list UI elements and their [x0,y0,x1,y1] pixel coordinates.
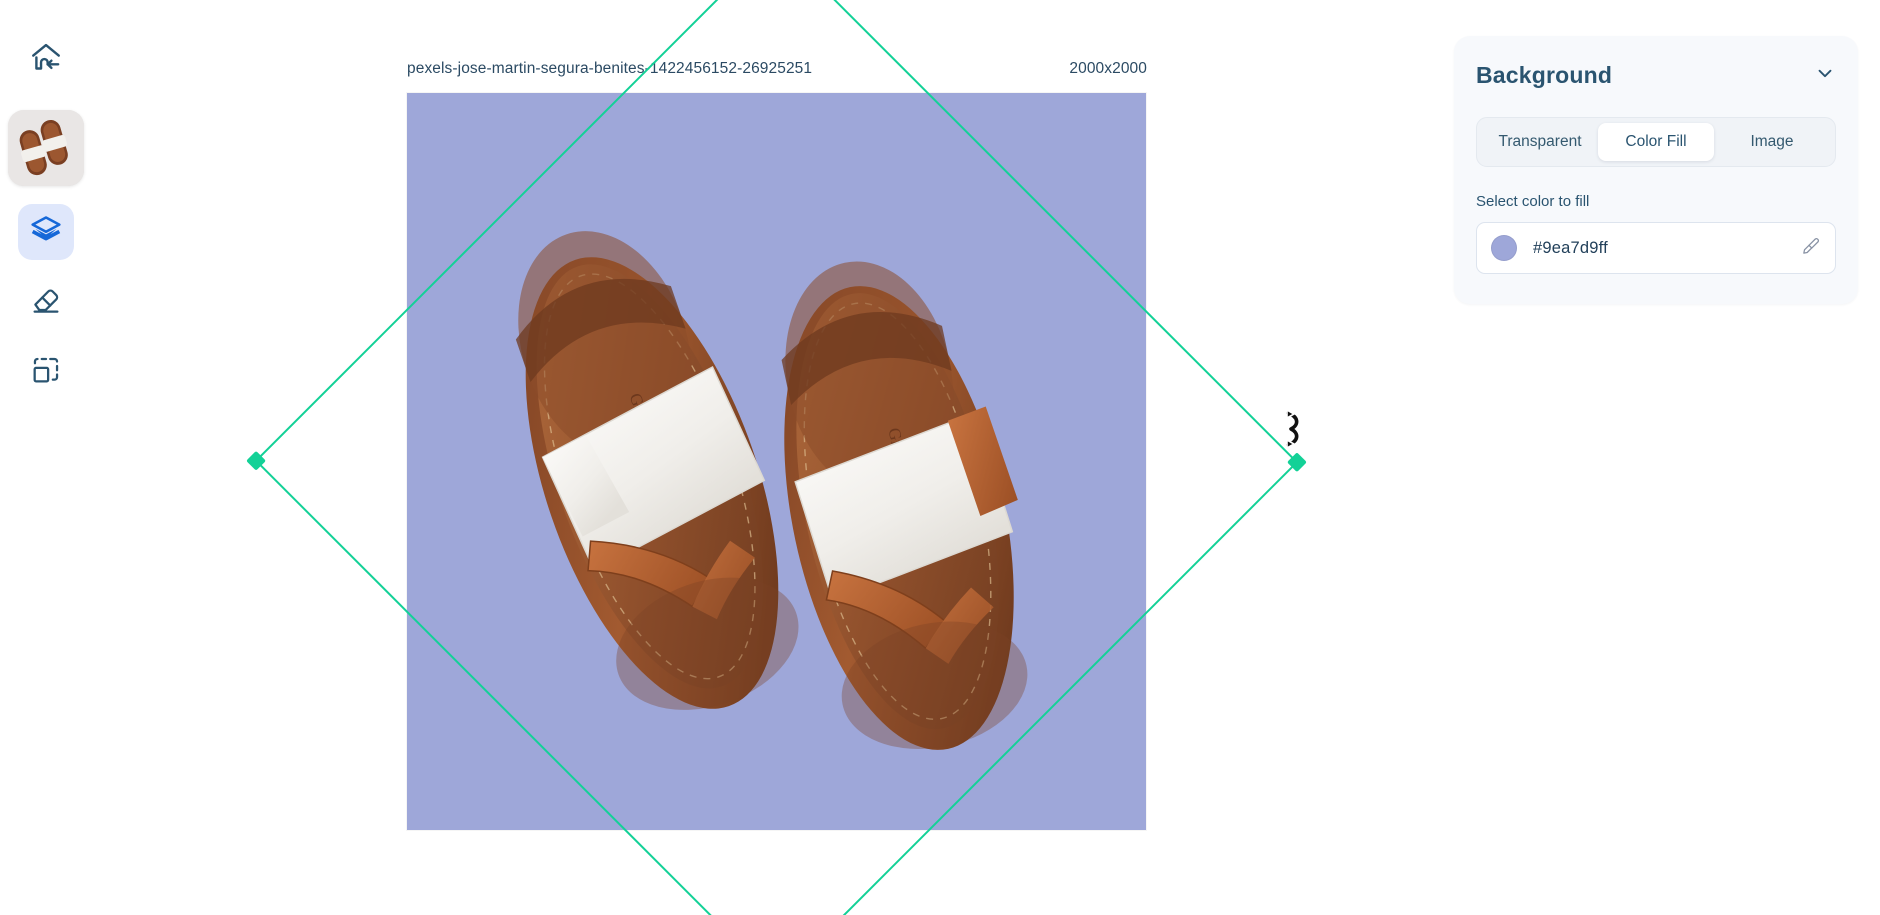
color-hex-value[interactable]: #9ea7d9ff [1533,239,1785,258]
image-thumbnail-icon [8,110,84,186]
sidebar-item-layers[interactable] [18,204,74,260]
tab-color-fill[interactable]: Color Fill [1598,123,1714,161]
sidebar-item-crop[interactable] [18,344,74,400]
eraser-icon [29,283,63,322]
color-field-label: Select color to fill [1476,193,1590,210]
image-editor-app: pexels-jose-martin-segura-benites-142245… [0,0,1880,915]
resize-handle-bottom-left[interactable] [246,450,266,471]
tab-transparent[interactable]: Transparent [1482,123,1598,161]
panel-title: Background [1476,62,1613,88]
background-panel: Background Transparent Color Fill Image … [1454,36,1858,304]
canvas-area: pexels-jose-martin-segura-benites-142245… [92,0,1420,915]
resize-handle-top-right[interactable] [1287,452,1307,473]
rotate-cursor[interactable] [1282,408,1306,450]
sidebar-item-eraser[interactable] [18,274,74,330]
sandals-illustration: Gino Bisfoto Gino Bisfot [407,93,1146,830]
product-photo: Gino Bisfoto Gino Bisfot [407,93,1146,830]
home-arrow-icon [28,40,64,81]
image-dimensions: 2000x2000 [1069,60,1147,77]
eyedropper-icon [1801,236,1821,261]
left-toolbar [0,0,92,915]
layers-icon [29,213,63,252]
sidebar-item-image-thumbnail[interactable] [8,110,84,186]
color-swatch[interactable] [1491,235,1517,261]
canvas-meta: pexels-jose-martin-segura-benites-142245… [407,60,1147,78]
panel-header: Background [1476,62,1836,89]
sidebar-item-home-back[interactable] [18,32,74,88]
tab-image[interactable]: Image [1714,123,1830,161]
chevron-down-icon [1814,62,1836,89]
panel-collapse-button[interactable] [1814,62,1836,89]
image-filename: pexels-jose-martin-segura-benites-142245… [407,60,813,77]
background-mode-tabs: Transparent Color Fill Image [1476,117,1836,167]
crop-icon [29,353,63,392]
artboard[interactable]: Gino Bisfoto Gino Bisfot [407,93,1146,830]
color-picker-button[interactable] [1801,236,1821,261]
color-input-row[interactable]: #9ea7d9ff [1476,222,1836,274]
